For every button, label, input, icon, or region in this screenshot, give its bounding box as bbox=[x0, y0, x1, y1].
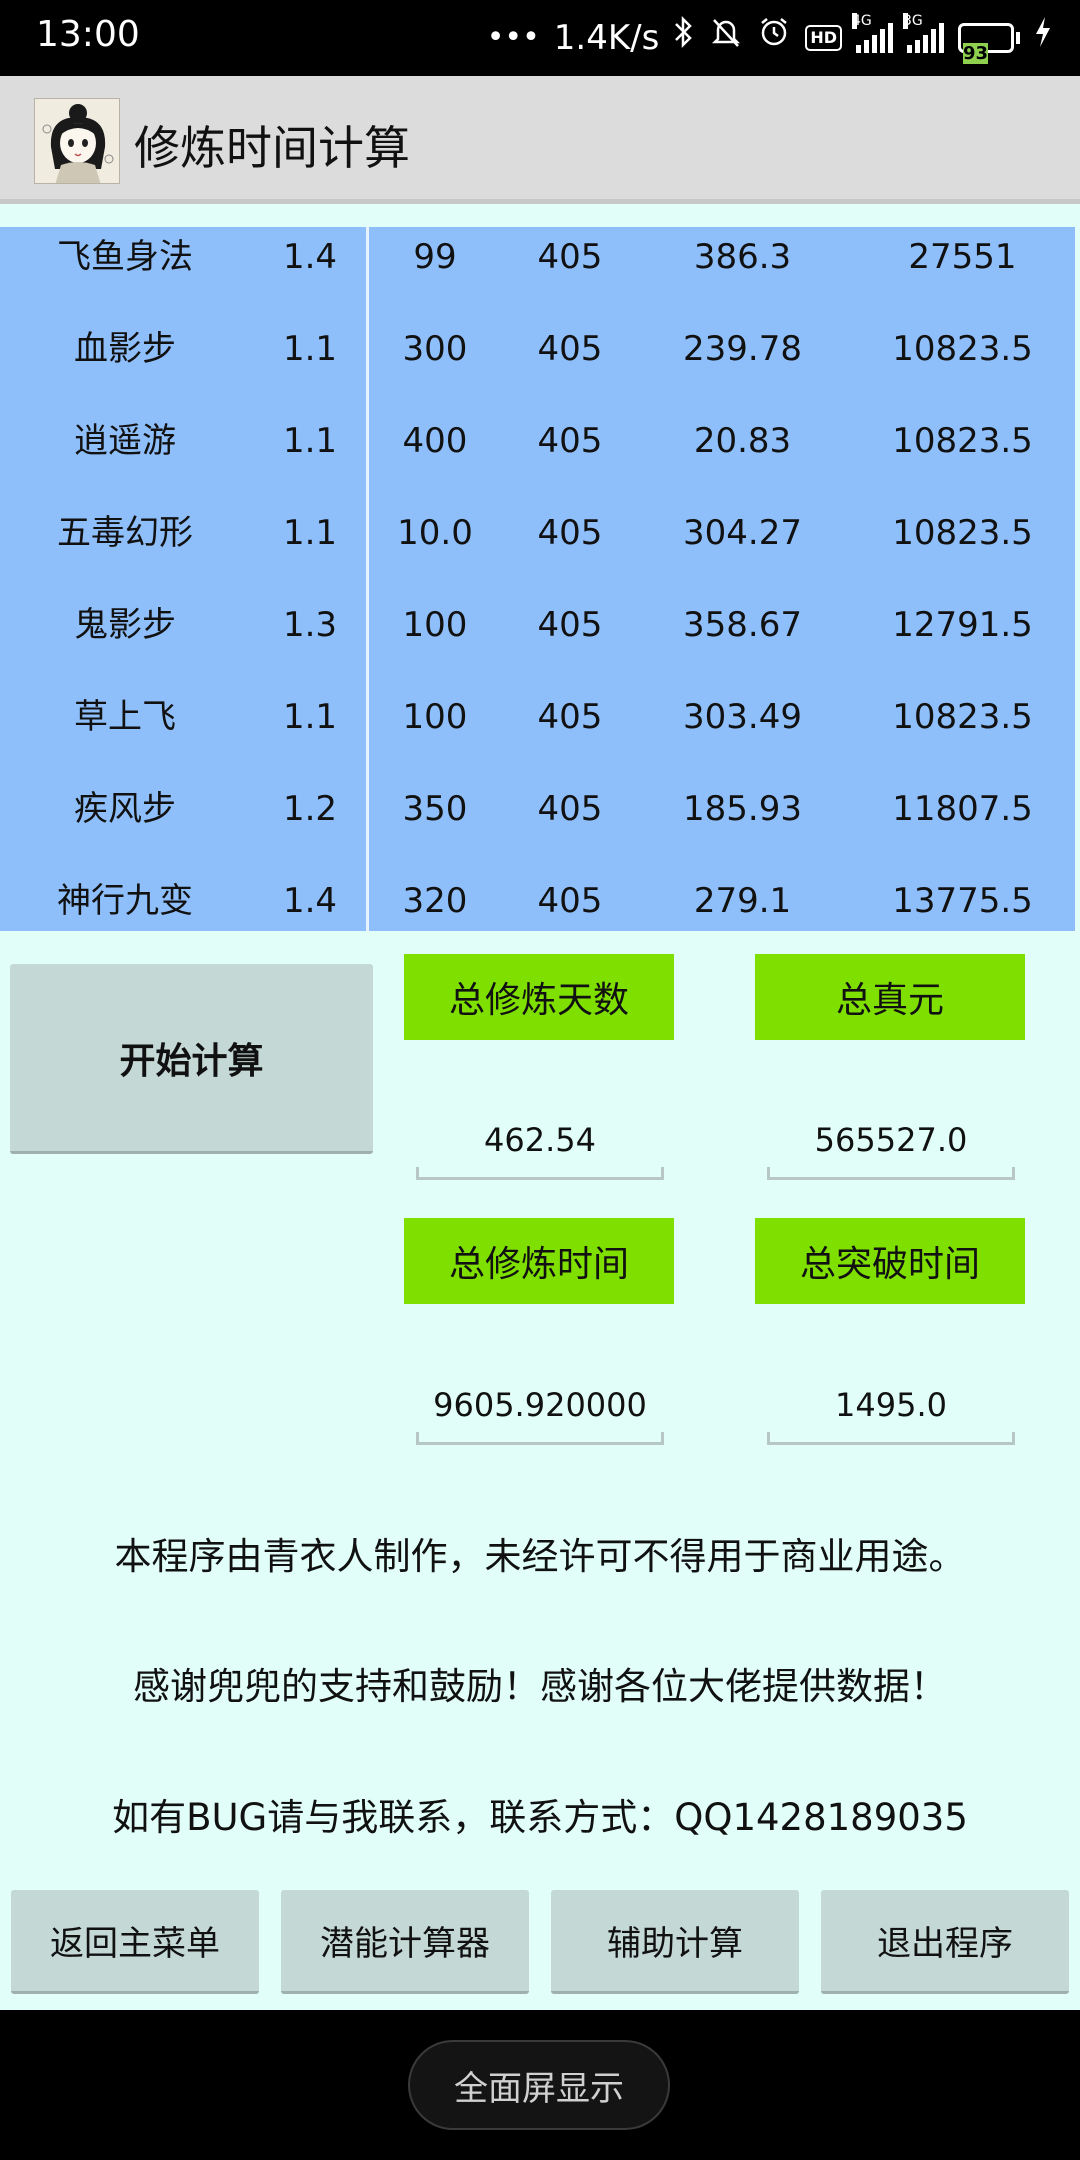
skill-multiplier: 1.1 bbox=[282, 697, 338, 737]
skill-name: 草上飞 bbox=[74, 697, 176, 737]
skill-col-a: 320 bbox=[402, 881, 468, 921]
skill-col-c: 279.1 bbox=[693, 881, 792, 921]
skill-col-a: 300 bbox=[402, 329, 468, 369]
skill-multiplier: 1.1 bbox=[282, 329, 338, 369]
skill-multiplier: 1.4 bbox=[282, 881, 338, 921]
app-title: 修炼时间计算 bbox=[134, 121, 410, 175]
skill-col-a: 400 bbox=[402, 421, 468, 461]
skill-col-d: 11807.5 bbox=[892, 789, 1033, 829]
skill-col-a: 99 bbox=[413, 237, 457, 277]
skill-col-c: 386.3 bbox=[693, 237, 792, 277]
skill-col-a: 350 bbox=[402, 789, 468, 829]
notification-dots-icon: ••• bbox=[486, 20, 540, 55]
battery-level: 93 bbox=[963, 43, 989, 64]
table-row: 疾风步 1.2 350 405 185.93 11807.5 bbox=[0, 779, 1075, 839]
total-days-label: 总修炼天数 bbox=[404, 954, 674, 1040]
navigation-bar: 全面屏显示 bbox=[0, 2010, 1080, 2160]
skill-col-a: 100 bbox=[402, 605, 468, 645]
skill-col-c: 304.27 bbox=[683, 513, 802, 553]
total-break-field[interactable]: 1495.0 bbox=[767, 1365, 1015, 1445]
skill-col-d: 10823.5 bbox=[892, 421, 1033, 461]
start-calculation-button[interactable]: 开始计算 bbox=[10, 964, 373, 1154]
status-time: 13:00 bbox=[36, 14, 140, 55]
alarm-icon bbox=[757, 15, 791, 62]
skill-name: 神行九变 bbox=[57, 881, 193, 921]
skill-name: 鬼影步 bbox=[74, 605, 176, 645]
skill-col-b: 405 bbox=[537, 605, 603, 645]
skill-col-a: 10.0 bbox=[397, 513, 473, 553]
table-row: 五毒幻形 1.1 10.0 405 304.27 10823.5 bbox=[0, 503, 1075, 563]
signal-3g-icon: 3G bbox=[903, 13, 944, 53]
skill-multiplier: 1.1 bbox=[282, 421, 338, 461]
skill-name: 五毒幻形 bbox=[57, 513, 193, 553]
status-icons: ••• 1.4K/s HD 4G 3G 93 bbox=[486, 13, 1052, 64]
signal-4g-tag: 4G bbox=[852, 13, 872, 29]
skill-col-b: 405 bbox=[537, 237, 603, 277]
skill-col-c: 303.49 bbox=[683, 697, 802, 737]
total-zhenyuan-field[interactable]: 565527.0 bbox=[767, 1100, 1015, 1180]
total-time-field[interactable]: 9605.920000 bbox=[416, 1365, 664, 1445]
skill-name: 逍遥游 bbox=[74, 421, 176, 461]
fullscreen-display-button[interactable]: 全面屏显示 bbox=[408, 2040, 670, 2130]
skill-col-d: 27551 bbox=[908, 237, 1017, 277]
bluetooth-icon bbox=[673, 15, 695, 62]
skill-name: 疾风步 bbox=[74, 789, 176, 829]
info-line-author: 本程序由青衣人制作，未经许可不得用于商业用途。 bbox=[114, 1535, 966, 1578]
skill-col-b: 405 bbox=[537, 421, 603, 461]
total-time-label: 总修炼时间 bbox=[404, 1218, 674, 1304]
total-break-label: 总突破时间 bbox=[755, 1218, 1025, 1304]
skill-name: 血影步 bbox=[74, 329, 176, 369]
skill-name: 飞鱼身法 bbox=[57, 237, 193, 277]
skill-table: 飞鱼身法 1.4 99 405 386.3 27551 血影步 1.1 300 … bbox=[0, 227, 1075, 931]
info-line-thanks: 感谢兜兜的支持和鼓励！感谢各位大佬提供数据！ bbox=[133, 1665, 947, 1708]
info-line-contact: 如有BUG请与我联系，联系方式：QQ1428189035 bbox=[112, 1796, 968, 1839]
exit-program-button[interactable]: 退出程序 bbox=[821, 1890, 1069, 1994]
total-zhenyuan-label: 总真元 bbox=[755, 954, 1025, 1040]
skill-col-c: 185.93 bbox=[683, 789, 802, 829]
skill-col-d: 10823.5 bbox=[892, 697, 1033, 737]
assist-calculation-button[interactable]: 辅助计算 bbox=[551, 1890, 799, 1994]
status-bar: 13:00 ••• 1.4K/s HD 4G 3G 93 bbox=[0, 0, 1080, 76]
app-logo-icon bbox=[34, 98, 120, 184]
content-area: 飞鱼身法 1.4 99 405 386.3 27551 血影步 1.1 300 … bbox=[0, 204, 1080, 2010]
app-bar: 修炼时间计算 bbox=[0, 76, 1080, 204]
total-days-field[interactable]: 462.54 bbox=[416, 1100, 664, 1180]
skill-col-c: 20.83 bbox=[693, 421, 792, 461]
skill-col-b: 405 bbox=[537, 513, 603, 553]
table-row: 草上飞 1.1 100 405 303.49 10823.5 bbox=[0, 687, 1075, 747]
skill-multiplier: 1.4 bbox=[282, 237, 338, 277]
network-speed: 1.4K/s bbox=[553, 18, 660, 58]
skill-multiplier: 1.2 bbox=[282, 789, 338, 829]
skill-col-b: 405 bbox=[537, 881, 603, 921]
table-row: 飞鱼身法 1.4 99 405 386.3 27551 bbox=[0, 227, 1075, 287]
signal-3g-tag: 3G bbox=[903, 13, 923, 29]
hd-icon: HD bbox=[805, 25, 842, 51]
skill-col-c: 358.67 bbox=[683, 605, 802, 645]
skill-col-a: 100 bbox=[402, 697, 468, 737]
skill-col-d: 10823.5 bbox=[892, 329, 1033, 369]
table-row: 神行九变 1.4 320 405 279.1 13775.5 bbox=[0, 871, 1075, 931]
skill-multiplier: 1.3 bbox=[282, 605, 338, 645]
table-row: 血影步 1.1 300 405 239.78 10823.5 bbox=[0, 319, 1075, 379]
potential-calculator-button[interactable]: 潜能计算器 bbox=[281, 1890, 529, 1994]
signal-4g-icon: 4G bbox=[852, 13, 893, 53]
battery-icon: 93 bbox=[958, 23, 1020, 64]
skill-col-b: 405 bbox=[537, 329, 603, 369]
skill-col-c: 239.78 bbox=[683, 329, 802, 369]
skill-multiplier: 1.1 bbox=[282, 513, 338, 553]
table-row: 鬼影步 1.3 100 405 358.67 12791.5 bbox=[0, 595, 1075, 655]
skill-col-b: 405 bbox=[537, 789, 603, 829]
table-row: 逍遥游 1.1 400 405 20.83 10823.5 bbox=[0, 411, 1075, 471]
skill-col-d: 10823.5 bbox=[892, 513, 1033, 553]
skill-col-b: 405 bbox=[537, 697, 603, 737]
charging-bolt-icon bbox=[1034, 16, 1052, 61]
skill-col-d: 13775.5 bbox=[892, 881, 1033, 921]
back-to-menu-button[interactable]: 返回主菜单 bbox=[11, 1890, 259, 1994]
skill-col-d: 12791.5 bbox=[892, 605, 1033, 645]
mute-bell-icon bbox=[709, 15, 743, 62]
